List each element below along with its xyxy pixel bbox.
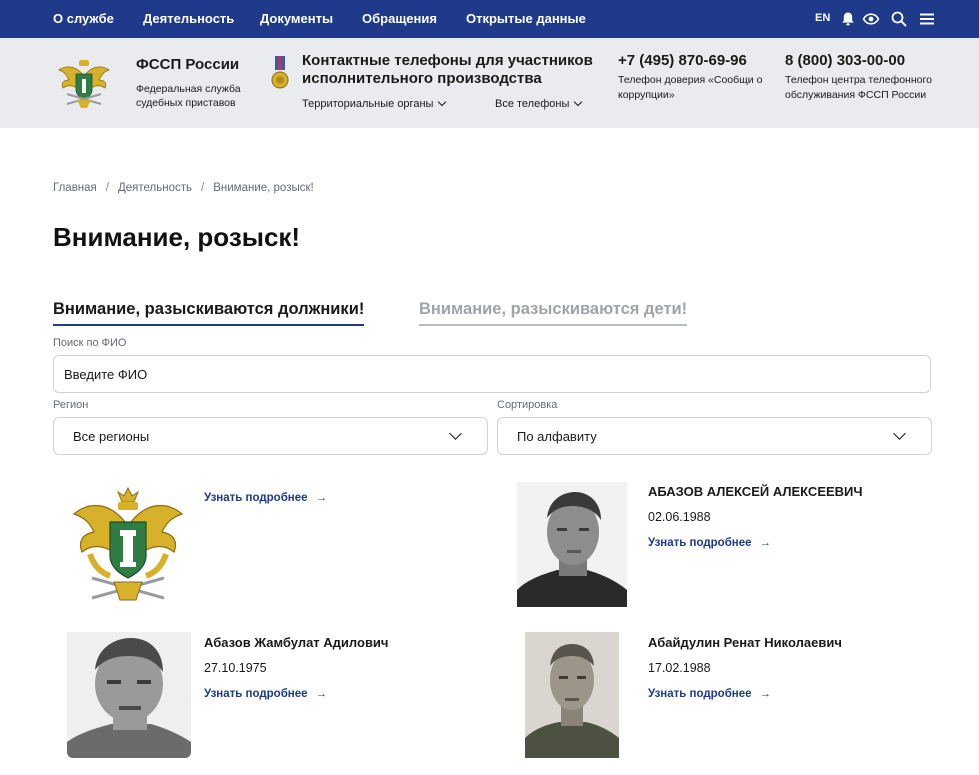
page-title: Внимание, розыск! — [53, 222, 301, 252]
site-header: ФССП России Федеральная служба судебных … — [0, 38, 979, 128]
region-label: Регион — [53, 399, 89, 411]
sort-select-value: По алфавиту — [517, 429, 597, 444]
eye-icon[interactable] — [862, 10, 880, 28]
card-photo-person[interactable] — [525, 632, 619, 758]
region-select[interactable]: Все регионы — [53, 417, 488, 455]
menu-icon[interactable] — [918, 10, 936, 28]
card-name: Абазов Жамбулат Адилович — [204, 635, 389, 650]
search-icon[interactable] — [890, 10, 908, 28]
card-name: Абайдулин Ренат Николаевич — [648, 635, 842, 650]
sort-label: Сортировка — [497, 399, 558, 411]
territorial-dropdown[interactable]: Территориальные органы — [302, 97, 447, 110]
breadcrumb: Главная / Деятельность / Внимание, розыск! — [53, 182, 314, 194]
card-more-link-label: Узнать подробнее — [204, 492, 308, 504]
card-birthdate: 02.06.1988 — [648, 510, 711, 524]
top-navigation: О службе Деятельность Документы Обращени… — [0, 0, 979, 38]
card-more-link[interactable]: Узнать подробнее → — [648, 537, 771, 549]
card-birthdate: 27.10.1975 — [204, 661, 267, 675]
phone-call-center[interactable]: 8 (800) 303-00-00 — [785, 52, 905, 69]
nav-link-appeals[interactable]: Обращения — [362, 11, 437, 26]
nav-link-open-data[interactable]: Открытые данные — [466, 11, 586, 26]
search-field — [53, 355, 931, 393]
tab-children[interactable]: Внимание, разыскиваются дети! — [419, 300, 688, 326]
all-phones-dropdown-label: Все телефоны — [495, 98, 570, 110]
phone-call-center-description: Телефон центра телефонного обслуживания … — [785, 74, 932, 101]
breadcrumb-separator: / — [201, 182, 205, 194]
breadcrumb-activity[interactable]: Деятельность — [118, 182, 192, 194]
phone-hotline[interactable]: +7 (495) 870-69-96 — [618, 52, 747, 69]
phone-hotline-description: Телефон доверия «Сообщи о коррупции» — [618, 74, 763, 101]
arrow-right-icon: → — [315, 492, 328, 504]
chevron-down-icon — [893, 427, 906, 440]
arrow-right-icon: → — [315, 688, 328, 700]
card-name: АБАЗОВ АЛЕКСЕЙ АЛЕКСЕЕВИЧ — [648, 484, 863, 499]
contacts-title: Контактные телефоны для участников испол… — [302, 52, 593, 87]
card-more-link-label: Узнать подробнее — [648, 688, 752, 700]
all-phones-dropdown[interactable]: Все телефоны — [495, 97, 583, 110]
nav-link-about[interactable]: О службе — [53, 11, 114, 26]
person-photo-icon — [517, 482, 627, 607]
breadcrumb-separator: / — [105, 182, 109, 194]
medal-icon — [271, 56, 289, 89]
bell-icon[interactable] — [839, 10, 857, 28]
org-subtitle: Федеральная служба судебных приставов — [136, 83, 241, 109]
arrow-right-icon: → — [759, 537, 772, 549]
chevron-down-icon — [438, 97, 447, 107]
breadcrumb-home[interactable]: Главная — [53, 182, 97, 194]
fssp-emblem-icon — [72, 486, 184, 601]
card-birthdate: 17.02.1988 — [648, 661, 711, 675]
region-select-value: Все регионы — [73, 429, 150, 444]
nav-link-activity[interactable]: Деятельность — [143, 11, 234, 26]
language-switch[interactable]: EN — [815, 12, 830, 24]
card-photo-emblem[interactable] — [70, 482, 186, 606]
card-more-link-label: Узнать подробнее — [204, 688, 308, 700]
sort-select[interactable]: По алфавиту — [497, 417, 932, 455]
card-more-link[interactable]: Узнать подробнее → — [648, 688, 771, 700]
breadcrumb-current: Внимание, розыск! — [213, 182, 314, 194]
card-photo-person[interactable] — [517, 482, 627, 607]
person-photo-icon — [67, 632, 191, 758]
chevron-down-icon — [449, 427, 462, 440]
person-photo-icon — [525, 632, 619, 758]
org-name[interactable]: ФССП России — [136, 56, 239, 73]
card-more-link-label: Узнать подробнее — [648, 537, 752, 549]
card-more-link[interactable]: Узнать подробнее → — [204, 688, 327, 700]
arrow-right-icon: → — [759, 688, 772, 700]
search-label: Поиск по ФИО — [53, 337, 127, 349]
nav-link-documents[interactable]: Документы — [260, 11, 333, 26]
territorial-dropdown-label: Территориальные органы — [302, 98, 434, 110]
fssp-emblem-icon[interactable] — [57, 54, 111, 112]
tab-debtors[interactable]: Внимание, разыскиваются должники! — [53, 300, 365, 326]
search-input[interactable] — [54, 356, 930, 392]
card-photo-person[interactable] — [67, 632, 191, 758]
card-more-link[interactable]: Узнать подробнее → — [204, 492, 327, 504]
chevron-down-icon — [574, 97, 583, 107]
